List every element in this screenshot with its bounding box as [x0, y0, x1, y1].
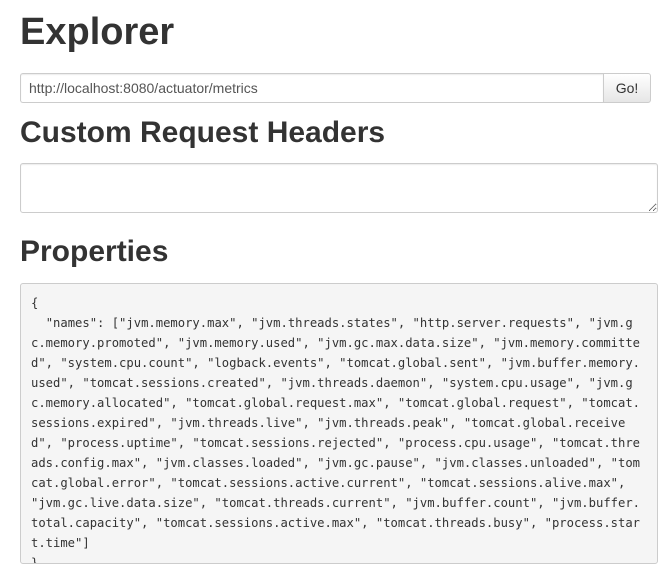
- url-input[interactable]: [20, 73, 603, 103]
- properties-heading: Properties: [20, 235, 169, 268]
- properties-json-output: { "names": ["jvm.memory.max", "jvm.threa…: [20, 283, 658, 564]
- go-button[interactable]: Go!: [603, 73, 651, 103]
- custom-headers-heading: Custom Request Headers: [20, 116, 386, 149]
- custom-headers-textarea[interactable]: [20, 163, 658, 213]
- page-title: Explorer: [20, 11, 175, 53]
- url-bar: Go!: [20, 73, 651, 103]
